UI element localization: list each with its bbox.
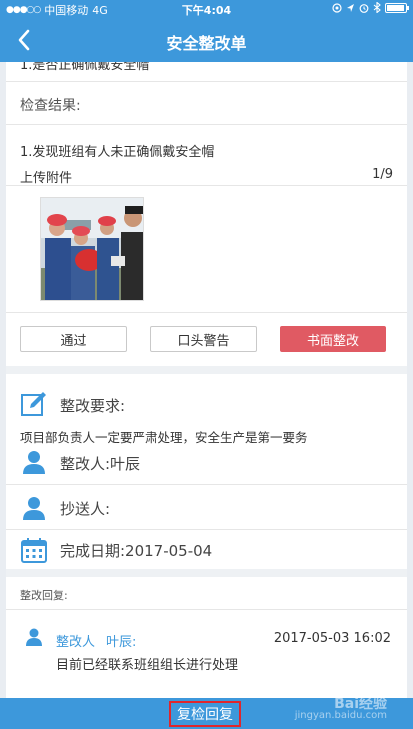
attachment-label: 上传附件 [20,171,73,186]
reply-person-icon [24,627,44,647]
reply-author-name: 叶辰: [106,635,137,650]
due-date-text: 完成日期:2017-05-04 [60,542,213,560]
written-rectification-button[interactable]: 书面整改 [280,326,386,352]
cc-divider [6,529,407,530]
attachment-photo[interactable] [40,197,144,301]
result-label: 检查结果: [20,98,81,114]
watermark-text: Bai经验 [334,696,387,712]
result-text: 1.发现班组有人未正确佩戴安全帽 [20,145,215,160]
watermark: Bai经验 jingyan.baidu.com [294,696,387,722]
cc-person-icon [20,494,48,522]
rectification-detail: 1.是否正确佩戴安全帽 检查结果: 1.发现班组有人未正确佩戴安全帽 上传附件 … [6,62,407,698]
reply-author-label: 整改人 [56,635,96,650]
bluetooth-icon [373,2,381,13]
assignee-person-icon [20,448,48,476]
watermark-url: jingyan.baidu.com [294,710,387,721]
battery-icon [385,2,409,13]
attachment-counter: 1/9 [372,167,393,182]
section-separator [6,366,407,374]
requirement-label: 整改要求: [60,397,126,415]
section-separator-2 [6,569,407,577]
calendar-icon [20,536,48,564]
inspection-item-row: 1.是否正确佩戴安全帽 [6,62,407,82]
cc-text: 抄送人: [60,500,111,518]
reply-divider [6,609,407,610]
page-title: 安全整改单 [166,34,247,53]
workers-photo-image [41,198,143,300]
reply-message: 目前已经联系班组组长进行处理 [56,658,239,673]
bottom-action-bar: 复检回复 Bai经验 jingyan.baidu.com [0,696,413,729]
assignee-divider [6,484,407,485]
nav-bar: 安全整改单 [0,18,413,62]
result-text-row: 1.发现班组有人未正确佩戴安全帽 [6,125,407,160]
pass-button[interactable]: 通过 [20,326,127,352]
edit-icon [20,390,48,418]
verbal-warning-button[interactable]: 口头警告 [150,326,257,352]
recheck-reply-button[interactable]: 复检回复 [169,701,241,727]
status-bar: ●●●○○ 中国移动 4G 下午4:04 [0,0,413,18]
navigation-arrow-icon [347,3,354,12]
requirement-text: 项目部负责人一定要严肃处理，安全生产是第一要务 [20,430,308,445]
photo-divider [6,312,407,313]
reply-section: 整改回复: 整改人 叶辰: 2017-05-03 16:02 目前已经联系班组组… [6,577,407,698]
reply-timestamp: 2017-05-03 16:02 [273,631,391,646]
inspection-item-text: 1.是否正确佩戴安全帽 [20,62,150,73]
status-right [332,2,409,13]
alarm-icon [359,3,369,13]
reply-section-label: 整改回复: [20,589,68,602]
assignee-text: 整改人:叶辰 [60,455,141,473]
result-label-row: 检查结果: [6,82,407,125]
location-icon [332,2,342,13]
attachment-row: 上传附件 1/9 [6,162,407,186]
